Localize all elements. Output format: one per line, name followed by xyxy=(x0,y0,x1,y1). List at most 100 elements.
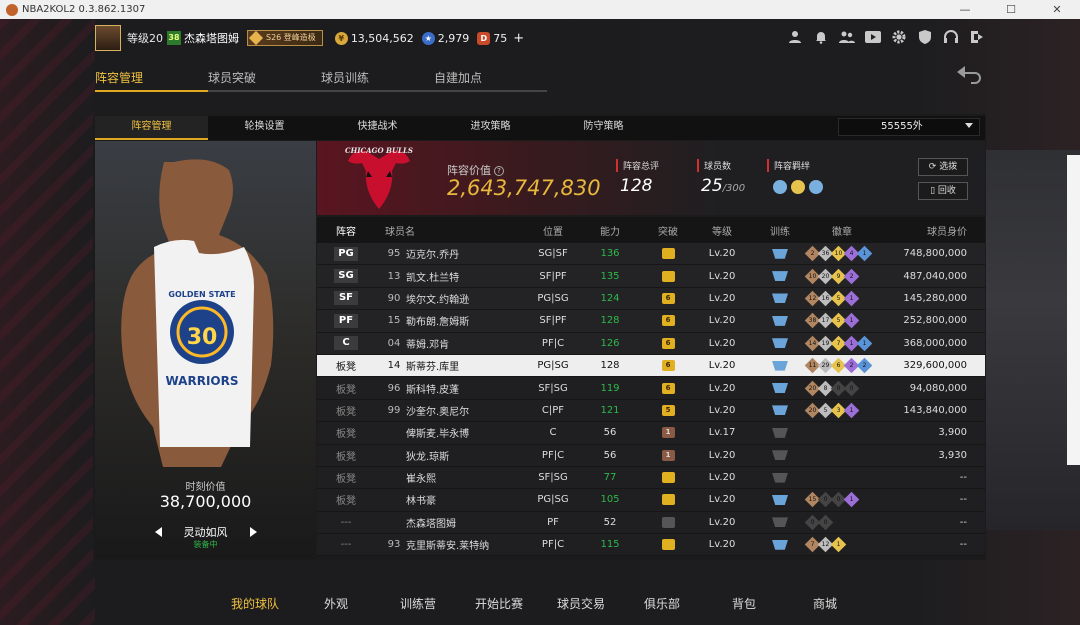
nav-shop[interactable]: 商城 xyxy=(813,595,837,612)
training-icon[interactable] xyxy=(772,293,788,304)
bell-icon[interactable] xyxy=(812,30,829,47)
table-row[interactable]: PF 15 勒布朗.詹姆斯 SF|PF 128 6 Lv.20 38 17 5 1 252,800,0… xyxy=(317,310,985,333)
shield-icon[interactable] xyxy=(916,29,933,47)
prev-skill-arrow-icon[interactable] xyxy=(154,527,162,537)
training-icon[interactable] xyxy=(772,383,788,394)
training-icon[interactable] xyxy=(772,405,788,416)
training-icon[interactable] xyxy=(772,271,788,282)
crown-icon xyxy=(661,270,675,282)
col-position: 位置 xyxy=(543,226,563,238)
nav-backpack[interactable]: 背包 xyxy=(732,595,756,612)
season-badge[interactable]: S26 登峰造极 xyxy=(247,30,323,46)
table-row[interactable]: SF 90 埃尔文.约翰逊 PG|SG 124 6 Lv.20 12 16 5 1 145,280,0… xyxy=(317,287,985,311)
training-cell xyxy=(765,265,795,286)
bench-label: 板凳 xyxy=(336,362,356,374)
training-icon[interactable] xyxy=(772,338,788,349)
training-icon[interactable] xyxy=(772,248,788,259)
close-button[interactable]: ✕ xyxy=(1034,3,1080,16)
select-button[interactable]: ⟳ 选拨 xyxy=(918,158,968,176)
crown-icon xyxy=(661,248,675,260)
training-icon[interactable] xyxy=(772,427,788,438)
table-row[interactable]: 板凳 俾斯麦.毕永博 C 56 1 Lv.17 3,900 xyxy=(317,422,985,445)
position-cell: SF|PF xyxy=(539,315,567,327)
nav-my-team[interactable]: 我的球队 xyxy=(231,595,279,612)
team-bond-label: 阵容羁绊 xyxy=(767,159,810,172)
nav-training-camp[interactable]: 训练营 xyxy=(400,595,436,612)
tab-defense-strategy[interactable]: 防守策略 xyxy=(547,116,660,140)
tab-player-training[interactable]: 球员训练 xyxy=(321,66,434,92)
exit-icon[interactable] xyxy=(968,30,985,47)
position-chip: PF xyxy=(334,313,358,328)
headset-icon[interactable] xyxy=(942,29,959,47)
app-window: { "window": {"title": "NBA2KOL2 0.3.862.… xyxy=(0,0,1080,625)
table-row[interactable]: SG 13 凯文.杜兰特 SF|PF 135 Lv.20 10 20 9 2 487,040,000 xyxy=(317,265,985,288)
badge-count: 12 xyxy=(821,541,830,549)
badge-icon: 1 xyxy=(843,402,860,419)
tab-quick-tactics[interactable]: 快捷战术 xyxy=(321,116,434,140)
table-row[interactable]: 板凳 99 沙奎尔.奥尼尔 C|PF 121 5 Lv.20 20 5 3 1 143,840,000 xyxy=(317,399,985,423)
breakthrough-cell: 1 xyxy=(653,445,683,466)
badge-count: 2 xyxy=(810,250,815,258)
tab-rotation[interactable]: 轮换设置 xyxy=(208,116,321,140)
player-name-cell: 迈克尔.乔丹 xyxy=(406,250,460,262)
table-row[interactable]: 板凳 崔永熙 SF|SG 77 Lv.20 -- xyxy=(317,466,985,490)
tab-custom-points[interactable]: 自建加点 xyxy=(434,66,547,92)
table-row[interactable]: --- 杰森塔图姆 PF 52 Lv.20 0 0 -- xyxy=(317,511,985,535)
table-row[interactable]: --- 93 克里斯蒂安.莱特纳 PF|C 115 Lv.20 7 12 1 -- xyxy=(317,534,985,557)
table-row[interactable]: C 04 蒂姆.邓肯 PF|C 126 6 Lv.20 14 19 7 1 1 368,000,000 xyxy=(317,332,985,355)
back-arrow-icon[interactable] xyxy=(955,64,985,90)
table-row[interactable]: 板凳 林书豪 PG|SG 105 Lv.20 15 0 0 1 -- xyxy=(317,489,985,512)
value-cell: 3,900 xyxy=(938,427,967,439)
training-icon[interactable] xyxy=(772,517,788,528)
bond-icons[interactable] xyxy=(773,180,823,194)
col-training: 训练 xyxy=(770,226,790,238)
d-amount: 75 xyxy=(493,31,508,45)
gear-icon[interactable] xyxy=(890,30,907,47)
table-row[interactable]: 板凳 96 斯科特.皮蓬 SF|SG 119 6 Lv.20 20 8 0 0 94,080,000 xyxy=(317,377,985,400)
training-icon[interactable] xyxy=(772,450,788,461)
window-controls: — ☐ ✕ xyxy=(942,3,1080,16)
avatar[interactable] xyxy=(95,25,121,51)
recycle-button[interactable]: ▯ 回收 xyxy=(918,182,968,200)
training-icon[interactable] xyxy=(772,315,788,326)
nav-start-game[interactable]: 开始比赛 xyxy=(475,595,523,612)
lineup-slot: 板凳 xyxy=(317,422,375,443)
nav-club[interactable]: 俱乐部 xyxy=(644,595,680,612)
bench-label: --- xyxy=(340,539,352,551)
maximize-button[interactable]: ☐ xyxy=(988,3,1034,16)
badges-cell: 00 xyxy=(804,512,887,533)
badge-count: 19 xyxy=(821,339,830,347)
next-skill-arrow-icon[interactable] xyxy=(249,527,257,537)
training-cell xyxy=(765,445,795,466)
tab-lineup-management[interactable]: 阵容管理 xyxy=(95,66,208,92)
badge-count: 0 xyxy=(823,518,828,526)
bulls-logo: CHICAGO BULLS xyxy=(345,146,413,209)
minimize-button[interactable]: — xyxy=(942,3,988,16)
video-icon[interactable] xyxy=(864,30,881,47)
badge-count: 38 xyxy=(808,317,817,325)
help-icon[interactable]: ? xyxy=(494,166,504,176)
user-icon[interactable] xyxy=(786,30,803,47)
position-cell: PF|C xyxy=(541,449,565,461)
tab-lineup[interactable]: 阵容管理 xyxy=(95,116,208,140)
badge-count: 7 xyxy=(810,541,815,549)
table-row[interactable]: 板凳 狄龙.琼斯 PF|C 56 1 Lv.20 3,930 xyxy=(317,444,985,467)
training-icon[interactable] xyxy=(772,539,788,550)
table-row[interactable]: PG 95 迈克尔.乔丹 SG|SF 136 Lv.20 2 36 10 4 1 748,800,00… xyxy=(317,243,985,266)
nav-appearance[interactable]: 外观 xyxy=(324,595,348,612)
lineup-select[interactable]: 55555外 xyxy=(838,118,980,136)
training-icon[interactable] xyxy=(772,472,788,483)
crown-icon xyxy=(661,494,675,506)
tab-offense-strategy[interactable]: 进攻策略 xyxy=(434,116,547,140)
breakthrough-cell: 5 xyxy=(653,400,683,421)
table-row[interactable]: 板凳 14 斯蒂芬.库里 PG|SG 128 6 Lv.20 11 29 6 2 2 329,600,0… xyxy=(317,354,985,378)
badges-cell: 12 16 5 1 xyxy=(804,288,887,309)
training-icon[interactable] xyxy=(772,494,788,505)
window-title: NBA2KOL2 0.3.862.1307 xyxy=(22,4,146,15)
training-icon[interactable] xyxy=(772,360,788,371)
friends-icon[interactable] xyxy=(838,30,855,47)
tab-player-breakthrough[interactable]: 球员突破 xyxy=(208,66,321,92)
jersey-num: 15 xyxy=(387,315,401,327)
add-currency-button[interactable]: + xyxy=(513,31,524,46)
nav-player-trade[interactable]: 球员交易 xyxy=(557,595,605,612)
